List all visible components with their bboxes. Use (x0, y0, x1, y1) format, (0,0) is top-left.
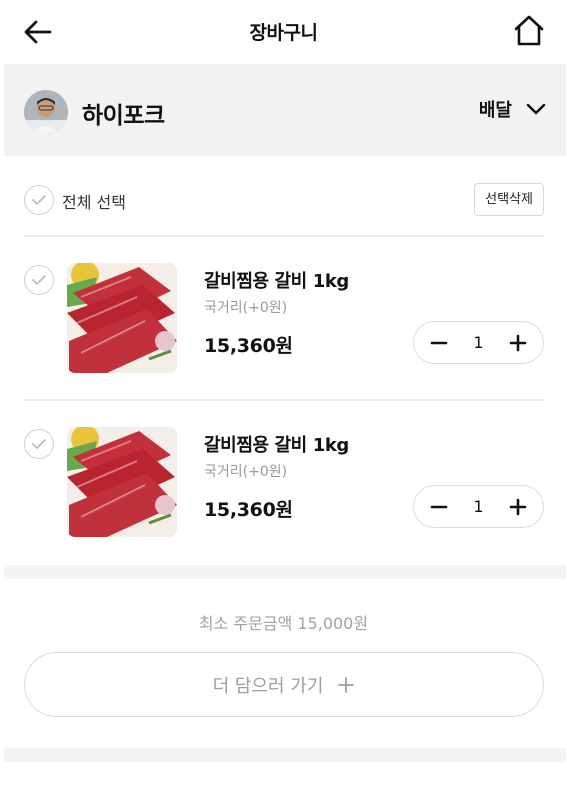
item-price: 15,360원 (204, 499, 293, 521)
quantity-stepper: 1 (413, 321, 544, 364)
item-price: 15,360원 (204, 335, 293, 357)
select-all-label: 전체 선택 (62, 193, 126, 212)
app-header: 장바구니 (0, 0, 567, 64)
item-name: 갈비찜용 갈비 1kg (204, 271, 349, 292)
check-icon (32, 439, 46, 449)
add-more-label: 더 담으러 가기 (212, 675, 324, 697)
cart-item: 갈비찜용 갈비 1kg 국거리(+0원) 15,360원 1 (24, 427, 544, 557)
add-more-button[interactable]: 더 담으러 가기 (24, 652, 544, 717)
select-all-row: 전체 선택 선택삭제 (24, 180, 544, 220)
delivery-selector[interactable]: 배달 (479, 96, 546, 122)
divider (24, 235, 544, 237)
select-all-checkbox[interactable] (24, 185, 54, 215)
section-separator (4, 748, 566, 762)
delete-selected-button[interactable]: 선택삭제 (474, 183, 544, 216)
store-name: 하이포크 (82, 103, 165, 129)
item-option: 국거리(+0원) (204, 464, 288, 480)
plus-icon (338, 676, 355, 693)
check-icon (32, 195, 46, 205)
check-icon (32, 275, 46, 285)
item-name: 갈비찜용 갈비 1kg (204, 435, 349, 456)
chevron-down-icon (526, 103, 546, 115)
product-image[interactable] (67, 427, 177, 537)
item-checkbox[interactable] (24, 265, 54, 295)
item-checkbox[interactable] (24, 429, 54, 459)
product-image[interactable] (67, 263, 177, 373)
home-icon[interactable] (511, 12, 547, 50)
cart-item: 갈비찜용 갈비 1kg 국거리(+0원) 15,360원 1 (24, 263, 544, 393)
plus-icon[interactable] (507, 332, 529, 354)
store-avatar (24, 90, 68, 134)
item-option: 국거리(+0원) (204, 300, 288, 316)
store-header: 하이포크 배달 (4, 64, 566, 156)
divider (24, 399, 544, 401)
minimum-order-notice: 최소 주문금액 15,000원 (198, 614, 369, 633)
page-title: 장바구니 (249, 22, 318, 44)
section-separator (4, 565, 566, 579)
avatar-image (24, 90, 68, 134)
delivery-label: 배달 (478, 100, 512, 121)
quantity-stepper: 1 (413, 485, 544, 528)
plus-icon[interactable] (507, 496, 529, 518)
